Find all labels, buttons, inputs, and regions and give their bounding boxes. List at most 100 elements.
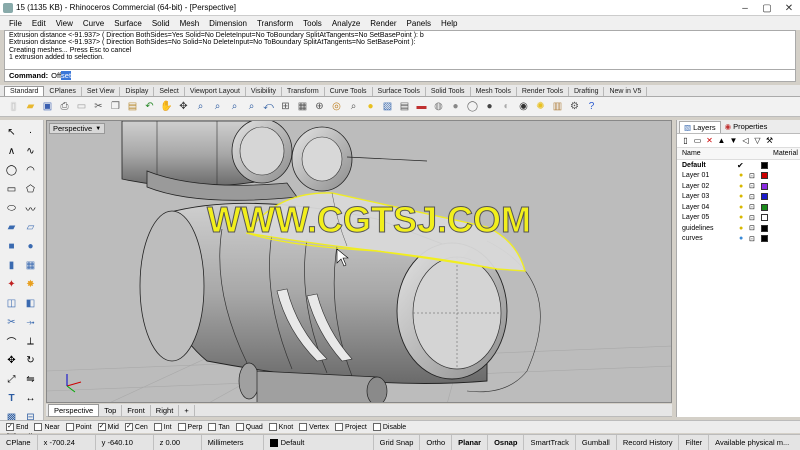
menu-panels[interactable]: Panels — [402, 19, 436, 28]
status-units[interactable]: Millimeters — [202, 435, 264, 450]
tab-standard[interactable]: Standard — [4, 86, 45, 96]
osnap-point[interactable]: Point — [65, 423, 92, 431]
copy-icon[interactable]: ❐ — [108, 99, 123, 114]
boolean-icon[interactable]: ✦ — [3, 276, 20, 293]
osnap-int[interactable]: Int — [153, 423, 172, 431]
mesh-icon[interactable]: ▦ — [22, 257, 39, 274]
pan-hand-icon[interactable]: ✋ — [159, 99, 174, 114]
zoom-extents-icon[interactable]: ⌕ — [227, 99, 242, 114]
layer-color-swatch[interactable] — [761, 224, 768, 232]
tab-display[interactable]: Display — [120, 87, 155, 96]
perspective-viewport[interactable]: Perspective ▼ WWW.CGTSJ.COM — [46, 120, 672, 403]
trim-icon[interactable]: ✂ — [3, 314, 20, 331]
curve-cv-icon[interactable]: ∿ — [22, 143, 39, 160]
osnap-near[interactable]: Near — [34, 423, 60, 431]
mirror-icon[interactable]: ⇋ — [22, 371, 39, 388]
status-cplane[interactable]: CPlane — [0, 435, 38, 450]
wireframe-sphere-icon[interactable]: ◯ — [465, 99, 480, 114]
viewport-tab-top[interactable]: Top — [99, 404, 123, 416]
move-icon[interactable]: ✥ — [3, 352, 20, 369]
checkbox[interactable] — [235, 423, 244, 431]
status-ortho[interactable]: Ortho — [420, 435, 453, 450]
add-viewport-tab-icon[interactable]: + — [179, 404, 195, 416]
import-icon[interactable]: ▭ — [74, 99, 89, 114]
print-icon[interactable]: ⎙ — [57, 99, 72, 114]
lightbulb-icon[interactable]: ● — [739, 225, 743, 232]
osnap-perp[interactable]: Perp — [177, 423, 202, 431]
checkbox[interactable]: ✓ — [6, 423, 14, 431]
tab-select[interactable]: Select — [154, 87, 185, 96]
polyline-icon[interactable]: ∧ — [3, 143, 20, 160]
osnap-knot[interactable]: Knot — [268, 423, 293, 431]
status-smarttrack[interactable]: SmartTrack — [524, 435, 576, 450]
tab-viewport-layout[interactable]: Viewport Layout — [185, 87, 246, 96]
arc-icon[interactable]: ◠ — [22, 162, 39, 179]
extend-icon[interactable]: ⤞ — [22, 314, 39, 331]
ghosted-sphere-icon[interactable]: ◐ — [499, 99, 514, 114]
delete-layer-icon[interactable]: ✕ — [705, 136, 714, 145]
layer-row[interactable]: Layer 04 ● ⊡ — [677, 202, 800, 213]
rotate-view-icon[interactable]: ✥ — [176, 99, 191, 114]
layer-tools-icon[interactable]: ⚒ — [765, 136, 774, 145]
layer-row[interactable]: curves ● ⊡ — [677, 234, 800, 245]
rotate-icon[interactable]: ↻ — [22, 352, 39, 369]
car-render-icon[interactable]: ▬ — [414, 99, 429, 114]
tab-render-tools[interactable]: Render Tools — [517, 87, 569, 96]
checkbox[interactable] — [34, 423, 43, 431]
checkbox[interactable]: ✓ — [124, 423, 133, 431]
checkbox[interactable] — [65, 423, 74, 431]
unlock-icon[interactable]: ⊡ — [749, 203, 755, 211]
select-icon[interactable]: ◎ — [329, 99, 344, 114]
unlock-icon[interactable]: ⊡ — [749, 235, 755, 243]
status-osnap[interactable]: Osnap — [488, 435, 525, 450]
tab-new-in-v5[interactable]: New in V5 — [604, 87, 648, 96]
osnap-target-icon[interactable]: ⊕ — [312, 99, 327, 114]
osnap-cen[interactable]: ✓ Cen — [124, 423, 148, 431]
unlock-icon[interactable]: ⊡ — [749, 214, 755, 222]
osnap-mid[interactable]: ✓ Mid — [97, 423, 119, 431]
menu-curve[interactable]: Curve — [78, 19, 109, 28]
lightbulb-icon[interactable]: ● — [739, 183, 743, 190]
layer-row[interactable]: Layer 05 ● ⊡ — [677, 213, 800, 224]
paste-icon[interactable]: ▤ — [125, 99, 140, 114]
layer-row[interactable]: Layer 03 ● ⊡ — [677, 192, 800, 203]
status-filter[interactable]: Filter — [679, 435, 710, 450]
box-solid-icon[interactable]: ■ — [3, 238, 20, 255]
light-icon[interactable]: ✺ — [533, 99, 548, 114]
command-autocomplete-selection[interactable]: set — [61, 71, 72, 80]
zoom-window-icon[interactable]: ⌕ — [210, 99, 225, 114]
chevron-down-icon[interactable]: ▼ — [95, 126, 101, 132]
column-material[interactable]: Material — [773, 150, 798, 157]
menu-file[interactable]: File — [4, 19, 27, 28]
undo-icon[interactable]: ↶ — [142, 99, 157, 114]
offset-icon[interactable]: ⟂ — [22, 333, 39, 350]
cplane-icon[interactable]: ▦ — [295, 99, 310, 114]
lightbulb-icon[interactable]: ● — [739, 172, 743, 179]
layer-color-swatch[interactable] — [761, 193, 768, 201]
zoom-selected-icon[interactable]: ⌕ — [244, 99, 259, 114]
lightbulb-icon[interactable]: ● — [363, 99, 378, 114]
menu-analyze[interactable]: Analyze — [327, 19, 365, 28]
layer-color-swatch[interactable] — [761, 203, 768, 211]
sphere-solid-icon[interactable]: ● — [22, 238, 39, 255]
checkbox[interactable] — [299, 423, 308, 431]
object-properties-icon[interactable]: ▤ — [397, 99, 412, 114]
menu-tools[interactable]: Tools — [298, 19, 327, 28]
status-gumball[interactable]: Gumball — [576, 435, 617, 450]
osnap-end[interactable]: ✓ End — [6, 423, 28, 431]
move-out-icon[interactable]: ◁ — [741, 136, 750, 145]
tab-visibility[interactable]: Visibility — [246, 87, 283, 96]
rendered-sphere-icon[interactable]: ● — [482, 99, 497, 114]
checkbox[interactable] — [208, 423, 217, 431]
checkbox[interactable] — [372, 423, 381, 431]
osnap-vertex[interactable]: Vertex — [299, 423, 329, 431]
unlock-icon[interactable]: ⊡ — [749, 193, 755, 201]
menu-render[interactable]: Render — [365, 19, 401, 28]
command-line[interactable]: Command: Off set — [4, 70, 796, 82]
lightbulb-icon[interactable]: ● — [739, 214, 743, 221]
four-viewports-icon[interactable]: ⊞ — [278, 99, 293, 114]
layer-color-swatch[interactable] — [761, 214, 768, 222]
checkbox[interactable] — [177, 423, 186, 431]
cylinder-solid-icon[interactable]: ▮ — [3, 257, 20, 274]
surface-edge-icon[interactable]: ▱ — [22, 219, 39, 236]
